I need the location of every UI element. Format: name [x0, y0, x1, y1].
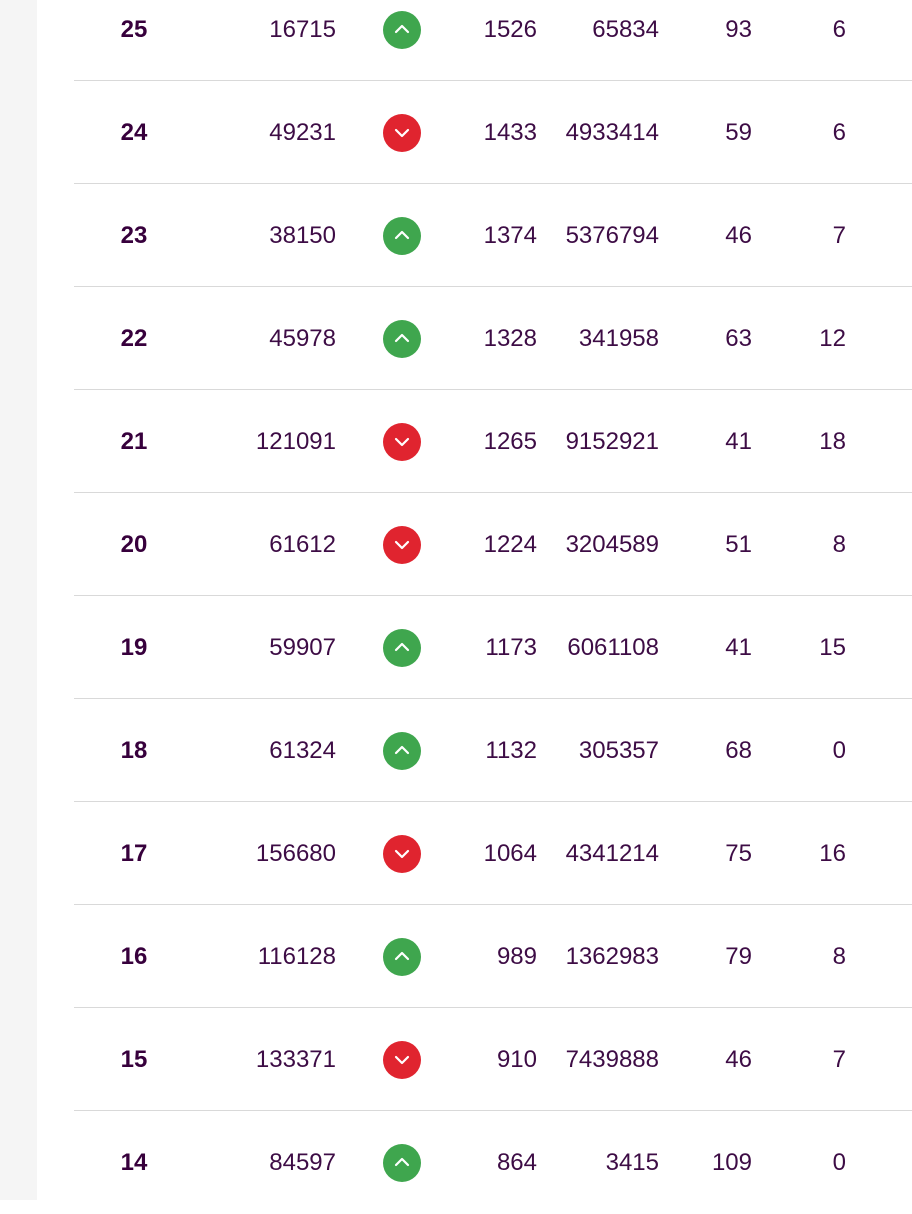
chevron-up-icon	[383, 629, 421, 667]
value-cell-b: 1064	[483, 840, 537, 867]
value-cell-b: 910	[496, 1046, 537, 1073]
ranking-table: 25 16715 1526 65834 93 6 24 49231 1433 4…	[74, 0, 912, 1214]
value-cell-d: 46	[725, 222, 752, 249]
value-cell-a: 61324	[269, 737, 336, 764]
value-cell-a: 61612	[269, 531, 336, 558]
value-cell-c: 4933414	[565, 119, 659, 146]
value-cell-e: 6	[832, 119, 846, 146]
table-row[interactable]: 23 38150 1374 5376794 46 7	[74, 184, 912, 287]
value-cell-c: 341958	[578, 325, 659, 352]
value-cell-b: 1173	[485, 634, 537, 661]
value-cell-b: 1433	[483, 119, 537, 146]
chevron-down-icon	[383, 835, 421, 873]
value-cell-a: 121091	[255, 428, 336, 455]
table-row[interactable]: 20 61612 1224 3204589 51 8	[74, 493, 912, 596]
rank-cell: 18	[120, 737, 148, 764]
table-row[interactable]: 19 59907 1173 6061108 41 15	[74, 596, 912, 699]
value-cell-e: 15	[819, 634, 846, 661]
value-cell-d: 46	[725, 1046, 752, 1073]
value-cell-a: 84597	[269, 1149, 336, 1176]
value-cell-c: 6061108	[567, 634, 659, 661]
value-cell-c: 9152921	[565, 428, 659, 455]
table-row[interactable]: 24 49231 1433 4933414 59 6	[74, 81, 912, 184]
value-cell-c: 1362983	[565, 943, 659, 970]
rank-cell: 15	[120, 1046, 148, 1073]
table-row[interactable]: 17 156680 1064 4341214 75 16	[74, 802, 912, 905]
value-cell-a: 133371	[255, 1046, 336, 1073]
value-cell-e: 8	[832, 943, 846, 970]
rank-cell: 19	[120, 634, 148, 661]
value-cell-d: 79	[725, 943, 752, 970]
value-cell-d: 41	[725, 634, 752, 661]
value-cell-d: 75	[725, 840, 752, 867]
value-cell-c: 5376794	[565, 222, 659, 249]
table-row[interactable]: 25 16715 1526 65834 93 6	[74, 0, 912, 81]
chevron-down-icon	[383, 526, 421, 564]
value-cell-b: 989	[496, 943, 537, 970]
chevron-up-icon	[383, 11, 421, 49]
table-row[interactable]: 22 45978 1328 341958 63 12	[74, 287, 912, 390]
left-gutter	[0, 0, 37, 1200]
value-cell-a: 156680	[255, 840, 336, 867]
value-cell-c: 3204589	[565, 531, 659, 558]
value-cell-b: 1265	[483, 428, 537, 455]
value-cell-d: 93	[725, 16, 752, 43]
value-cell-c: 305357	[578, 737, 659, 764]
rank-cell: 16	[120, 943, 148, 970]
value-cell-e: 6	[832, 16, 846, 43]
value-cell-b: 864	[496, 1149, 537, 1176]
value-cell-e: 7	[832, 1046, 846, 1073]
value-cell-d: 59	[725, 119, 752, 146]
rank-cell: 14	[120, 1149, 148, 1176]
chevron-up-icon	[383, 1144, 421, 1182]
value-cell-e: 8	[832, 531, 846, 558]
value-cell-b: 1328	[483, 325, 537, 352]
value-cell-d: 63	[725, 325, 752, 352]
table-row[interactable]: 21 121091 1265 9152921 41 18	[74, 390, 912, 493]
value-cell-c: 4341214	[565, 840, 659, 867]
value-cell-e: 7	[832, 222, 846, 249]
value-cell-d: 51	[725, 531, 752, 558]
value-cell-c: 3415	[605, 1149, 659, 1176]
rank-cell: 21	[120, 428, 148, 455]
chevron-up-icon	[383, 217, 421, 255]
value-cell-e: 16	[819, 840, 846, 867]
rank-cell: 24	[120, 119, 148, 146]
rank-cell: 17	[120, 840, 148, 867]
chevron-down-icon	[383, 114, 421, 152]
value-cell-d: 109	[711, 1149, 752, 1176]
value-cell-a: 16715	[269, 16, 336, 43]
value-cell-b: 1132	[485, 737, 537, 764]
chevron-up-icon	[383, 320, 421, 358]
value-cell-b: 1374	[483, 222, 537, 249]
rank-cell: 22	[120, 325, 148, 352]
value-cell-a: 116128	[257, 943, 336, 970]
value-cell-e: 12	[819, 325, 846, 352]
table-row[interactable]: 18 61324 1132 305357 68 0	[74, 699, 912, 802]
chevron-up-icon	[383, 732, 421, 770]
table-row[interactable]: 16 116128 989 1362983 79 8	[74, 905, 912, 1008]
rank-cell: 23	[120, 222, 148, 249]
value-cell-c: 7439888	[565, 1046, 659, 1073]
value-cell-a: 38150	[269, 222, 336, 249]
value-cell-a: 45978	[269, 325, 336, 352]
chevron-up-icon	[383, 938, 421, 976]
value-cell-b: 1224	[483, 531, 537, 558]
chevron-down-icon	[383, 1041, 421, 1079]
value-cell-e: 18	[819, 428, 846, 455]
table-row[interactable]: 14 84597 864 3415 109 0	[74, 1111, 912, 1214]
value-cell-a: 59907	[269, 634, 336, 661]
value-cell-c: 65834	[592, 16, 659, 43]
value-cell-a: 49231	[269, 119, 336, 146]
value-cell-e: 0	[832, 1149, 846, 1176]
value-cell-d: 41	[725, 428, 752, 455]
table-row[interactable]: 15 133371 910 7439888 46 7	[74, 1008, 912, 1111]
rank-cell: 25	[120, 16, 148, 43]
value-cell-e: 0	[832, 737, 846, 764]
value-cell-d: 68	[725, 737, 752, 764]
value-cell-b: 1526	[483, 16, 537, 43]
rank-cell: 20	[120, 531, 148, 558]
chevron-down-icon	[383, 423, 421, 461]
